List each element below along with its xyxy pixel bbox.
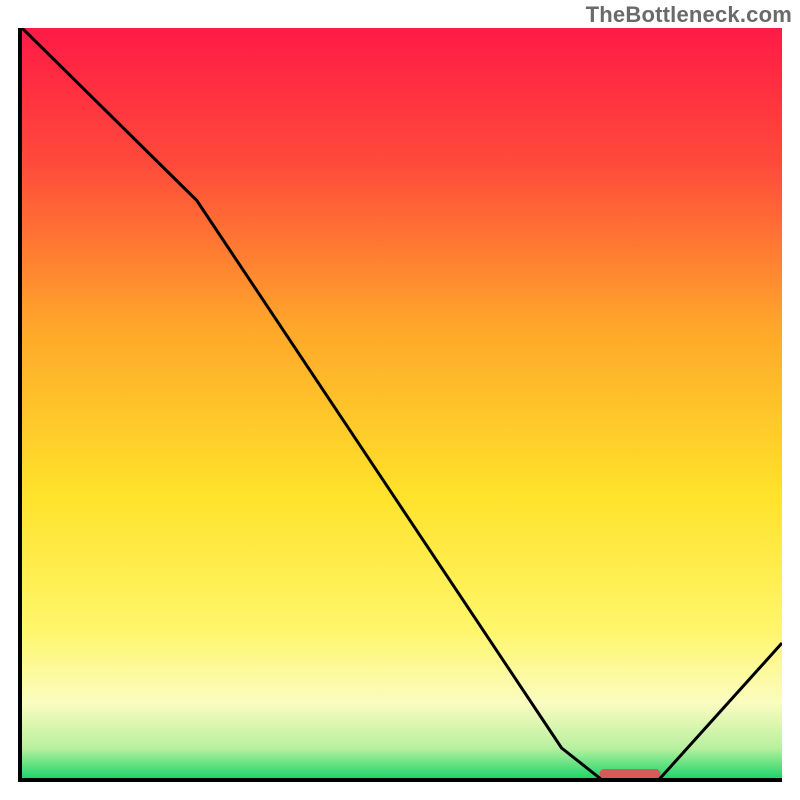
chart-stage: TheBottleneck.com: [0, 0, 800, 800]
optimal-range-marker: [600, 769, 661, 778]
marker-layer: [22, 28, 782, 778]
plot-area: [22, 28, 782, 778]
plot-frame: [18, 28, 782, 782]
watermark-text: TheBottleneck.com: [586, 2, 792, 28]
